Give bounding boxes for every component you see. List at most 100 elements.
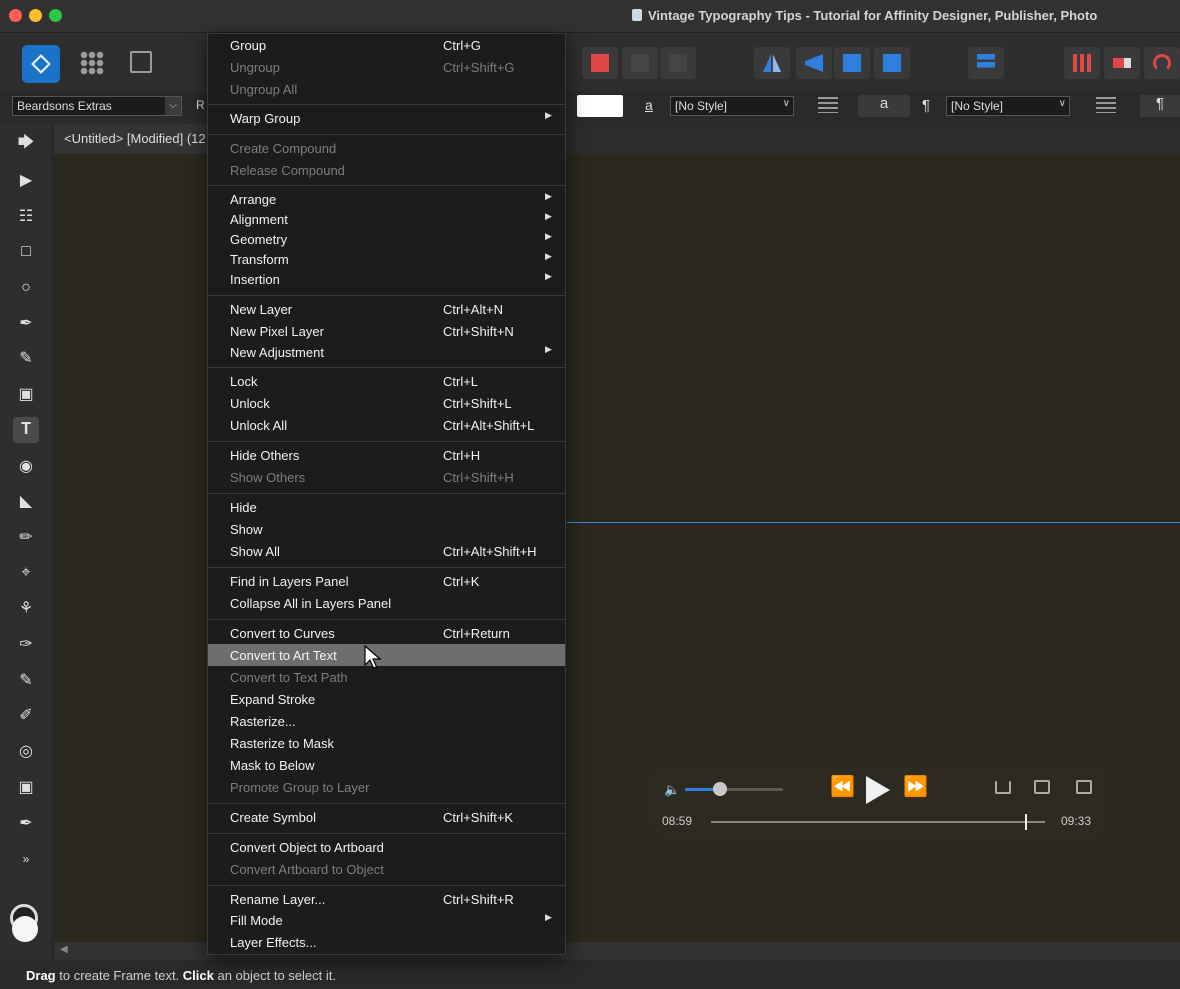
menu-item-collapse-all-in-layers-panel[interactable]: Collapse All in Layers Panel — [208, 592, 565, 614]
menu-item-unlock[interactable]: Unlock Ctrl+Shift+L — [208, 392, 565, 414]
fast-forward-icon[interactable]: ⏩ — [903, 774, 928, 799]
paragraph-button[interactable]: ¶ — [1140, 95, 1180, 117]
menu-item-group[interactable]: Group Ctrl+G — [208, 34, 565, 56]
underline-style-icon[interactable]: a — [645, 97, 653, 113]
menu-item-new-layer[interactable]: New Layer Ctrl+Alt+N — [208, 298, 565, 320]
seek-playhead[interactable] — [1024, 814, 1027, 830]
document-tab[interactable]: <Untitled> [Modified] (12 — [54, 124, 214, 154]
menu-item-mask-to-below[interactable]: Mask to Below — [208, 754, 565, 776]
menu-item-create-compound[interactable]: Create Compound — [208, 137, 565, 159]
menu-item-convert-to-art-text[interactable]: Convert to Art Text — [208, 644, 565, 666]
text-fill-swatch[interactable] — [577, 95, 623, 117]
menu-item-fill-mode[interactable]: Fill Mode ▶ — [208, 909, 565, 931]
font-family-select[interactable]: Beardsons Extras ⌵ — [12, 96, 182, 116]
flip-vertical-button[interactable] — [796, 47, 832, 79]
font-style-select[interactable]: R — [196, 98, 205, 112]
corner-tool-icon[interactable]: ◣ — [13, 488, 39, 514]
artboard-tool-icon[interactable]: ☷ — [13, 203, 39, 229]
menu-item-new-adjustment[interactable]: New Adjustment ▶ — [208, 341, 565, 363]
menu-item-show[interactable]: Show — [208, 518, 565, 540]
fill-color-icon[interactable] — [12, 916, 38, 942]
menu-item-release-compound[interactable]: Release Compound — [208, 159, 565, 181]
paragraph-panel-icon[interactable] — [818, 97, 838, 113]
volume-slider[interactable] — [685, 782, 783, 796]
menu-item-alignment[interactable]: Alignment ▶ — [208, 208, 565, 230]
ellipse-tool-icon[interactable]: ○ — [13, 275, 39, 301]
paint-tool-icon[interactable]: ⚘ — [13, 595, 39, 621]
pilcrow-icon[interactable]: ¶ — [922, 97, 930, 114]
zoom-window-button[interactable] — [49, 9, 62, 22]
pencil-fill-tool-icon[interactable]: ✏ — [13, 524, 39, 550]
character-panel-button[interactable]: a — [858, 95, 910, 117]
text-tool-icon[interactable]: 𝐓 — [13, 417, 39, 443]
menu-item-layer-effects[interactable]: Layer Effects... — [208, 931, 565, 953]
pixel-persona-icon[interactable] — [80, 51, 104, 75]
menu-item-insertion[interactable]: Insertion ▶ — [208, 268, 565, 290]
paragraph-style-select[interactable]: [No Style] ∨ — [670, 96, 794, 116]
scroll-left-arrow-icon[interactable]: ◀ — [60, 944, 68, 955]
menu-item-create-symbol[interactable]: Create Symbol Ctrl+Shift+K — [208, 806, 565, 828]
boolean-xor-button[interactable] — [660, 47, 696, 79]
menu-item-arrange[interactable]: Arrange ▶ — [208, 188, 565, 210]
node-tool-icon[interactable]: ▶ — [13, 167, 39, 193]
seek-bar[interactable] — [711, 814, 1045, 830]
menu-item-promote-group-to-layer[interactable]: Promote Group to Layer — [208, 776, 565, 798]
pen-tool-icon[interactable]: ✑ — [13, 631, 39, 657]
place-image-tool-icon[interactable]: ▣ — [13, 774, 39, 800]
menu-item-new-pixel-layer[interactable]: New Pixel Layer Ctrl+Shift+N — [208, 320, 565, 342]
crop-tool-icon[interactable]: ⌖ — [13, 560, 39, 586]
menu-item-transform[interactable]: Transform ▶ — [208, 248, 565, 270]
share-icon[interactable] — [995, 780, 1011, 794]
brush-tool-icon[interactable]: ✒ — [13, 310, 39, 336]
picture-in-picture-icon[interactable] — [1076, 780, 1092, 794]
menu-item-geometry[interactable]: Geometry ▶ — [208, 228, 565, 250]
menu-item-hide[interactable]: Hide — [208, 496, 565, 518]
menu-item-convert-artboard-to-object[interactable]: Convert Artboard to Object — [208, 858, 565, 880]
rewind-icon[interactable]: ⏪ — [830, 774, 855, 799]
more-tools-icon[interactable]: » — [13, 846, 39, 872]
pencil-tool-icon[interactable]: ✎ — [13, 667, 39, 693]
menu-item-convert-object-to-artboard[interactable]: Convert Object to Artboard — [208, 836, 565, 858]
menu-item-rasterize-to-mask[interactable]: Rasterize to Mask — [208, 732, 565, 754]
snapping-magnet-button[interactable] — [1144, 47, 1180, 79]
rectangle-tool-icon[interactable]: □ — [13, 239, 39, 265]
menu-item-convert-to-curves[interactable]: Convert to Curves Ctrl+Return — [208, 622, 565, 644]
menu-item-show-all[interactable]: Show All Ctrl+Alt+Shift+H — [208, 540, 565, 562]
menu-item-expand-stroke[interactable]: Expand Stroke — [208, 688, 565, 710]
menu-item-unlock-all[interactable]: Unlock All Ctrl+Alt+Shift+L — [208, 414, 565, 436]
boolean-subtract-button[interactable] — [582, 47, 618, 79]
close-window-button[interactable] — [9, 9, 22, 22]
vector-brush-tool-icon[interactable]: ✐ — [13, 702, 39, 728]
volume-knob[interactable] — [713, 782, 728, 796]
menu-item-warp-group[interactable]: Warp Group ▶ — [208, 107, 565, 129]
frame-tool-icon[interactable]: ▣ — [13, 381, 39, 407]
menu-item-show-others[interactable]: Show Others Ctrl+Shift+H — [208, 466, 565, 488]
flip-horizontal-button[interactable] — [754, 47, 790, 79]
menu-item-rename-layer[interactable]: Rename Layer... Ctrl+Shift+R — [208, 888, 565, 910]
transparency-tool-icon[interactable]: ◎ — [13, 738, 39, 764]
designer-persona-icon[interactable] — [22, 45, 60, 83]
volume-icon[interactable]: 🔈 — [664, 782, 680, 798]
character-style-select[interactable]: [No Style] ∨ — [946, 96, 1070, 116]
align-button[interactable] — [968, 47, 1004, 79]
pattern-tool-icon[interactable]: ◉ — [13, 453, 39, 479]
snapping-toggle-button[interactable] — [1104, 47, 1140, 79]
color-picker-tool-icon[interactable]: ✒ — [13, 810, 39, 836]
menu-item-lock[interactable]: Lock Ctrl+L — [208, 370, 565, 392]
menu-item-convert-to-text-path[interactable]: Convert to Text Path — [208, 666, 565, 688]
export-persona-icon[interactable] — [130, 51, 152, 73]
boolean-intersect-button[interactable] — [622, 47, 658, 79]
fill-tool-icon[interactable]: ✎ — [13, 345, 39, 371]
snapping-grid-button[interactable] — [1064, 47, 1100, 79]
color-well[interactable] — [10, 904, 40, 944]
menu-item-find-in-layers-panel[interactable]: Find in Layers Panel Ctrl+K — [208, 570, 565, 592]
guide-line[interactable] — [567, 522, 1180, 523]
menu-item-rasterize[interactable]: Rasterize... — [208, 710, 565, 732]
text-style-panel-icon[interactable] — [1096, 97, 1116, 113]
rotate-right-button[interactable] — [874, 47, 910, 79]
menu-item-ungroup-all[interactable]: Ungroup All — [208, 78, 565, 100]
minimize-window-button[interactable] — [29, 9, 42, 22]
rotate-left-button[interactable] — [834, 47, 870, 79]
move-tool-icon[interactable]: 🡆 — [13, 131, 39, 157]
play-icon[interactable] — [866, 776, 890, 804]
